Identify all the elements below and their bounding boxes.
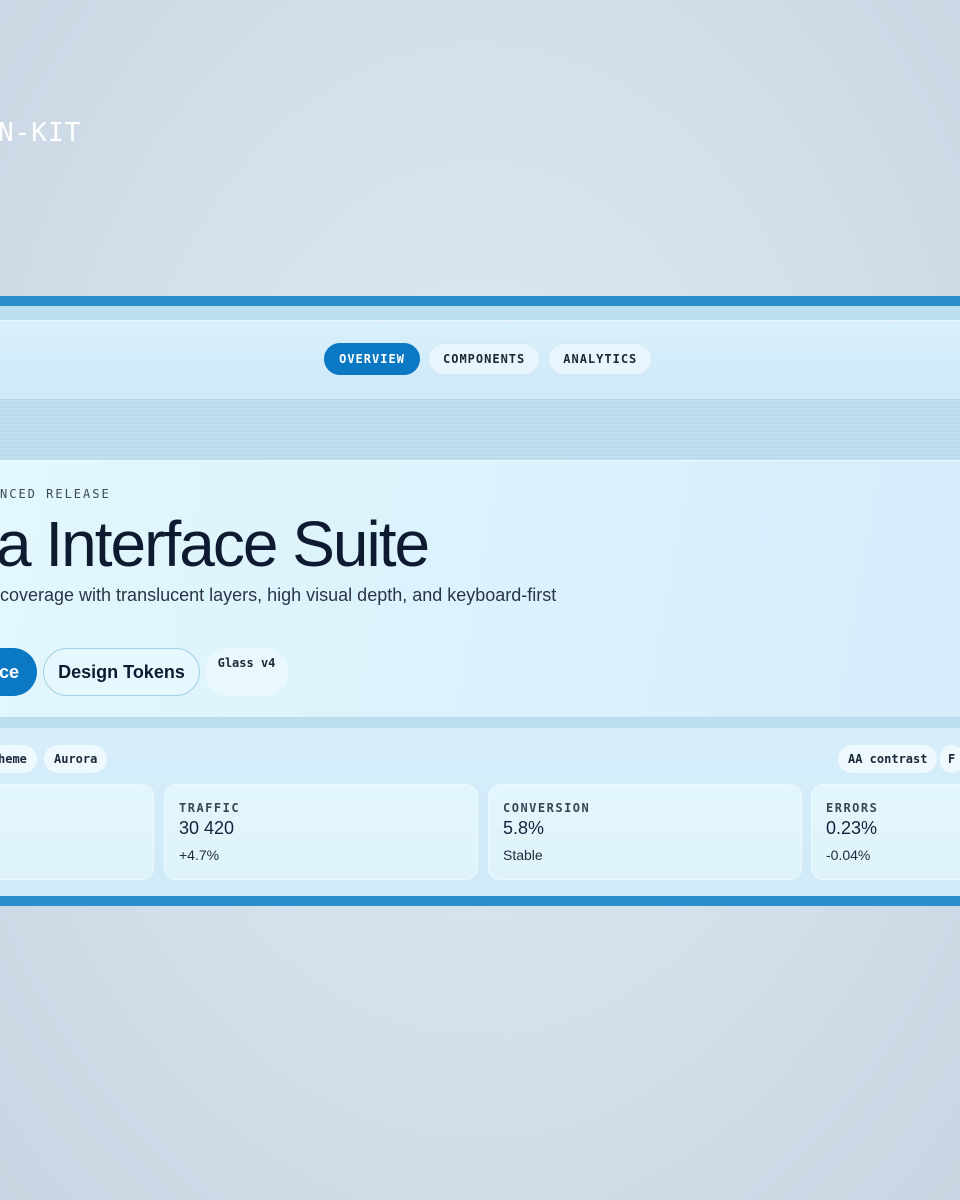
- chip-aurora[interactable]: Aurora: [44, 745, 108, 773]
- hero-eyebrow: NCED RELEASE: [0, 487, 111, 501]
- tab-overview[interactable]: OVERVIEW: [324, 343, 420, 375]
- metric-card-traffic: TRAFFIC 30 420 +4.7%: [164, 784, 478, 880]
- page-title: a Interface Suite: [0, 508, 430, 580]
- version-badge: Glass v4: [205, 648, 288, 696]
- nav-panel: OVERVIEW COMPONENTS ANALYTICS: [0, 320, 960, 400]
- app-frame: OVERVIEW COMPONENTS ANALYTICS NCED RELEA…: [0, 296, 960, 906]
- hero-subtitle: coverage with translucent layers, high v…: [0, 585, 557, 605]
- chip-theme[interactable]: heme: [0, 745, 37, 773]
- hero-panel: NCED RELEASE a Interface Suite coverage …: [0, 460, 960, 718]
- metric-value: 5.8%: [503, 818, 545, 838]
- frame-bottom-bar: [0, 896, 960, 906]
- metric-label: ERRORS: [826, 801, 879, 815]
- primary-button[interactable]: ce: [0, 648, 37, 696]
- metric-label: TRAFFIC: [179, 801, 241, 815]
- tab-components[interactable]: COMPONENTS: [428, 343, 541, 375]
- tab-analytics[interactable]: ANALYTICS: [548, 343, 653, 375]
- chip-aa-contrast[interactable]: AA contrast: [838, 745, 938, 773]
- metric-card-conversion: CONVERSION 5.8% Stable: [488, 784, 802, 880]
- design-tokens-button[interactable]: Design Tokens: [43, 648, 200, 696]
- metric-card: [0, 784, 154, 880]
- metrics-panel: heme Aurora AA contrast F TRAFFIC 30 420…: [0, 728, 960, 896]
- metric-delta: Stable: [503, 847, 543, 863]
- metric-delta: -0.04%: [826, 847, 871, 863]
- metric-delta: +4.7%: [179, 847, 220, 863]
- metric-label: CONVERSION: [503, 801, 591, 815]
- divider-band: [0, 400, 960, 460]
- frame-top-bar: [0, 296, 960, 306]
- metric-value: 30 420: [179, 818, 235, 838]
- chip-f[interactable]: F: [940, 745, 960, 773]
- kit-label: N-KIT: [0, 118, 82, 148]
- metric-card-errors: ERRORS 0.23% -0.04%: [811, 784, 960, 880]
- tab-bar: OVERVIEW COMPONENTS ANALYTICS: [324, 343, 653, 375]
- metric-value: 0.23%: [826, 818, 878, 838]
